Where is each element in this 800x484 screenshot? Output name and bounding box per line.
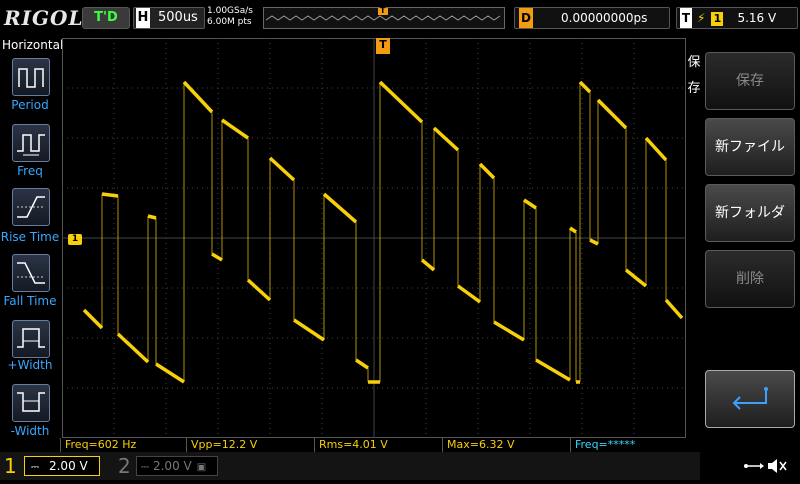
save-button[interactable]: 保存: [705, 52, 795, 110]
return-arrow-icon: [732, 387, 768, 410]
ch1-trace-segment: [268, 156, 296, 182]
memory-trigger-marker: T: [380, 6, 386, 15]
status-area: [700, 452, 800, 480]
timebase-value: 500us: [158, 10, 198, 25]
timebase-box[interactable]: H 500us: [133, 7, 205, 29]
frequency-label: Freq: [17, 164, 43, 178]
delay-label: D: [519, 8, 533, 28]
ch1-trace-segment: [624, 268, 648, 288]
period-icon: [18, 68, 44, 88]
ch1-trace-segment: [182, 80, 214, 114]
ch1-trace-segment: [82, 308, 104, 330]
frequency-icon: [17, 134, 45, 156]
trigger-source: 1: [711, 12, 724, 26]
measure-freq: Freq=602 Hz: [60, 438, 186, 452]
rising-edge-icon: ⚡: [697, 11, 706, 25]
ch1-trace-segment: [355, 358, 369, 370]
delay-box[interactable]: D 0.00000000ps: [514, 7, 670, 29]
ch1-trace-segment: [432, 126, 460, 152]
rigol-logo: RIGOL: [4, 6, 84, 30]
sample-rate: 1.00GSa/s: [207, 6, 253, 16]
ch1-trace-segment: [644, 136, 668, 162]
sample-info: 1.00GSa/s 6.00M pts: [207, 6, 253, 28]
ch1-trace-segment: [596, 98, 628, 130]
ch1-trace-segment: [155, 362, 185, 384]
ch1-offset-marker[interactable]: 1: [68, 234, 82, 245]
ch1-scale: 2.00 V: [48, 459, 88, 473]
ch1-trace-segment: [221, 118, 249, 140]
ch2-scale-box[interactable]: ⎓ 2.00 V ▣: [136, 456, 218, 476]
ch1-trace-segment: [246, 278, 272, 302]
delay-value: 0.00000000ps: [561, 11, 648, 25]
ch1-trace-segment: [420, 258, 436, 272]
ch2-number[interactable]: 2: [118, 454, 131, 478]
rise-time-label: Rise Time: [0, 230, 60, 244]
waveform-display[interactable]: [62, 38, 686, 438]
new-file-button[interactable]: 新ファイル: [705, 118, 795, 176]
memory-overview: T: [263, 6, 505, 29]
negative-width-icon: [17, 392, 45, 412]
trigger-position-marker[interactable]: T: [376, 38, 390, 54]
positive-width-label: +Width: [7, 358, 53, 372]
rise-time-icon: [17, 196, 45, 218]
ch1-trace-segment: [211, 252, 223, 262]
frequency-button[interactable]: [12, 124, 50, 162]
measure-freq2: Freq=*****: [570, 438, 698, 452]
trigger-label: T: [680, 8, 692, 28]
ch1-trace-segment: [322, 192, 358, 224]
rise-time-button[interactable]: [12, 188, 50, 226]
ch1-trace-segment: [578, 80, 592, 94]
dc-coupling-icon: ⎓: [141, 462, 149, 473]
trigger-level: 5.16 V: [737, 11, 777, 25]
trigger-box[interactable]: T ⚡ 1 5.16 V: [676, 7, 798, 29]
graticule: [62, 38, 686, 438]
ch1-trace-segment: [589, 238, 599, 246]
ch1-trace-segment: [478, 162, 496, 180]
ch2-scale: 2.00 V: [152, 459, 192, 473]
measure-rms: Rms=4.01 V: [314, 438, 442, 452]
memory-depth: 6.00M pts: [207, 17, 252, 27]
fall-time-button[interactable]: [12, 254, 50, 292]
ch1-number[interactable]: 1: [4, 454, 17, 478]
ch1-trace-segment: [523, 198, 537, 210]
negative-width-label: -Width: [10, 424, 50, 438]
new-folder-button[interactable]: 新フォルダ: [705, 184, 795, 242]
measure-vpp: Vpp=12.2 V: [186, 438, 314, 452]
positive-width-icon: [17, 328, 45, 348]
period-label: Period: [11, 98, 49, 112]
ch1-trace-segment: [493, 320, 525, 342]
menu-side-title: 保存: [687, 55, 701, 96]
ch1-trace-segment: [147, 214, 157, 220]
return-button[interactable]: [705, 370, 795, 428]
ch1-trace-segment: [664, 298, 684, 320]
ch1-trace-segment: [378, 80, 424, 124]
ch1-trace-segment: [569, 226, 577, 234]
fall-time-label: Fall Time: [3, 294, 57, 308]
timebase-label: H: [136, 8, 150, 28]
panel-title: Horizontal: [2, 38, 64, 52]
delete-button[interactable]: 削除: [705, 250, 795, 308]
bandwidth-limit-icon: ▣: [196, 462, 207, 473]
run-status-badge[interactable]: T'D: [82, 7, 130, 29]
dc-coupling-icon: ⎓: [31, 462, 39, 473]
ch1-trace-segment: [293, 318, 325, 342]
positive-width-button[interactable]: [12, 320, 50, 358]
ch1-trace-segment: [456, 284, 482, 304]
ch1-trace-segment: [101, 192, 119, 198]
measure-max: Max=6.32 V: [442, 438, 570, 452]
period-button[interactable]: [12, 58, 50, 96]
negative-width-button[interactable]: [12, 384, 50, 422]
ch1-scale-box[interactable]: ⎓ 2.00 V: [24, 456, 100, 476]
fall-time-icon: [17, 262, 45, 284]
ch1-trace-segment: [535, 358, 571, 382]
